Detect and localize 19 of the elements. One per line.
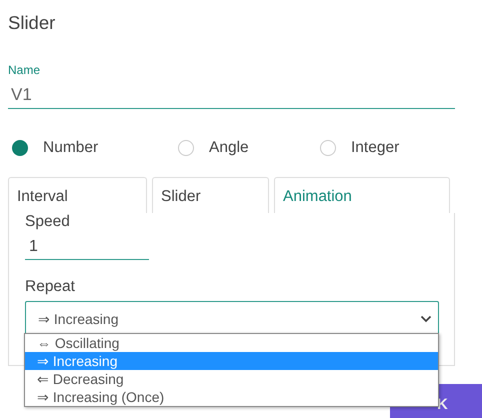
field-label: Speed bbox=[25, 213, 70, 231]
radio-label: Angle bbox=[209, 139, 249, 157]
chevron-down-icon bbox=[420, 314, 432, 322]
radio-label: Integer bbox=[351, 139, 400, 157]
tab[interactable]: Animation bbox=[274, 177, 450, 213]
dialog-title: Slider bbox=[8, 11, 56, 35]
dropdown-option[interactable]: ⇐ Decreasing bbox=[25, 370, 438, 388]
radio-label: Number bbox=[43, 139, 98, 157]
radio-button[interactable] bbox=[178, 140, 194, 156]
dropdown-option[interactable]: ⇒ Increasing (Once) bbox=[25, 388, 438, 406]
radio-button[interactable] bbox=[12, 140, 28, 156]
name-field[interactable]: V1 bbox=[8, 81, 455, 109]
tab[interactable]: Interval bbox=[8, 177, 147, 213]
dropdown-option[interactable]: ⇔ Oscillating bbox=[25, 334, 438, 352]
speed-field[interactable]: 1 bbox=[25, 233, 149, 260]
radio-button[interactable] bbox=[320, 140, 336, 156]
tab[interactable]: Slider bbox=[152, 177, 269, 213]
field-label: Name bbox=[8, 63, 40, 77]
field-label: Repeat bbox=[25, 278, 75, 296]
